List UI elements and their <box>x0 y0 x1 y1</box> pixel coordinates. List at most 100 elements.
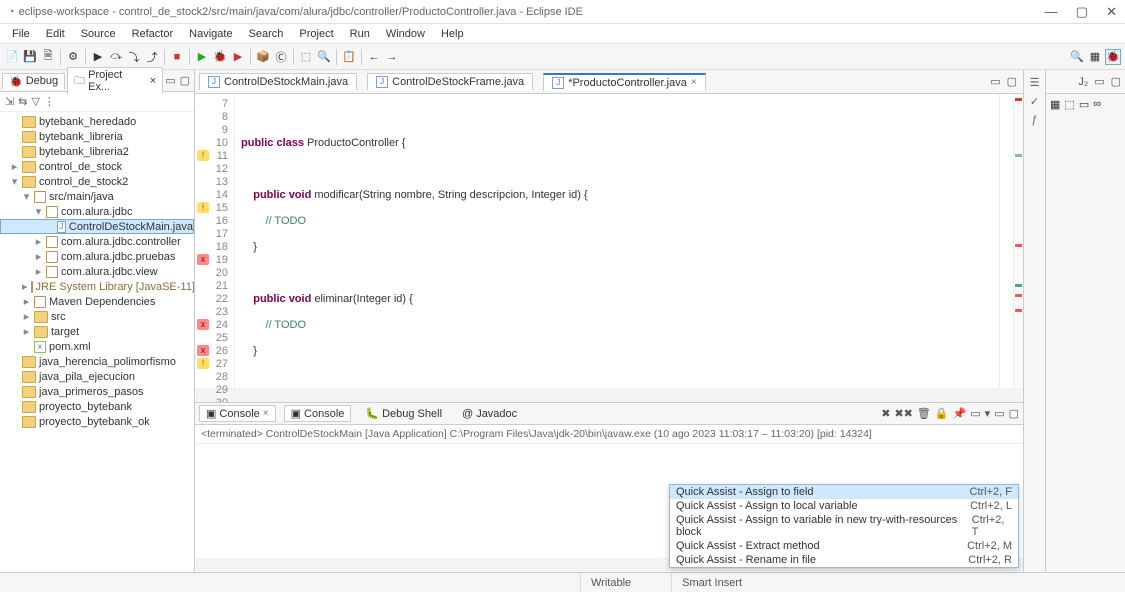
error-icon[interactable]: x <box>197 319 209 330</box>
horizontal-scrollbar[interactable] <box>195 388 1023 402</box>
project-tree[interactable]: bytebank_heredado bytebank_libreria byte… <box>0 112 194 572</box>
pers-icon-1[interactable]: ▦ <box>1050 98 1060 111</box>
status-bar: Writable Smart Insert <box>0 572 1125 592</box>
gutter: 7 8 9 10 !11 12 13 14 !15 16 17 18 x19 2… <box>195 94 235 388</box>
pers-icon-3[interactable]: ▭ <box>1079 98 1089 111</box>
main-toolbar: 📄 💾 🗎 ⚙ ▶ ⤼ ⤵ ⤴ ■ ▶ 🐞 ▶ 📦 Ⓒ ⬚ 🔍 📋 ← → 🔍 … <box>0 44 1125 70</box>
min-right-icon[interactable]: ▭ <box>1094 75 1104 88</box>
perspective-badge[interactable]: J₂ <box>1078 76 1088 88</box>
qa-assign-field[interactable]: Quick Assist - Assign to fieldCtrl+2, F <box>670 485 1018 499</box>
close-tab-icon[interactable]: × <box>150 75 156 87</box>
debug-stepover-icon[interactable]: ⤼ <box>108 49 124 65</box>
editor-max-icon[interactable]: ▢ <box>1007 75 1017 88</box>
debug-stepinto-icon[interactable]: ⤵ <box>126 49 142 65</box>
debug-stepout-icon[interactable]: ⤴ <box>144 49 160 65</box>
expr-icon[interactable]: ƒ <box>1031 114 1037 126</box>
menu-navigate[interactable]: Navigate <box>183 27 238 41</box>
remove-all-icon[interactable]: ✖✖ <box>894 407 912 420</box>
menu-run[interactable]: Run <box>344 27 376 41</box>
quick-assist-popup[interactable]: Quick Assist - Assign to fieldCtrl+2, F … <box>669 484 1019 568</box>
search-icon2[interactable]: 🔍 <box>316 49 332 65</box>
pers-icon-2[interactable]: ⬚ <box>1064 98 1074 111</box>
display-console-icon[interactable]: ▭ <box>970 407 980 420</box>
qa-assign-try[interactable]: Quick Assist - Assign to variable in new… <box>670 513 1018 539</box>
max-right-icon[interactable]: ▢ <box>1111 75 1121 88</box>
debug-resume-icon[interactable]: ▶ <box>90 49 106 65</box>
editor-tab-2[interactable]: JControlDeStockFrame.java <box>367 73 533 90</box>
menu-refactor[interactable]: Refactor <box>126 27 180 41</box>
warn-icon[interactable]: ! <box>197 150 209 161</box>
overview-ruler[interactable] <box>999 94 1013 388</box>
code-editor[interactable]: public class ProductoController { public… <box>235 94 999 388</box>
close-console-icon[interactable]: × <box>263 408 269 419</box>
coverage-icon[interactable]: ▶ <box>230 49 246 65</box>
menu-edit[interactable]: Edit <box>40 27 71 41</box>
status-writable: Writable <box>580 573 671 592</box>
pin-console-icon[interactable]: 📌 <box>953 407 967 420</box>
task-icon[interactable]: 📋 <box>341 49 357 65</box>
view-menu-icon[interactable]: ⋮ <box>44 95 55 108</box>
link-editor-icon[interactable]: ⇆ <box>18 95 27 108</box>
marker-strip[interactable] <box>1013 94 1023 388</box>
max-console-icon[interactable]: ▢ <box>1009 407 1019 420</box>
new-class-icon[interactable]: Ⓒ <box>273 49 289 65</box>
console-tab-2[interactable]: ▣ Console <box>284 405 352 422</box>
editor-tab-1[interactable]: JControlDeStockMain.java <box>199 73 357 90</box>
remove-launch-icon[interactable]: ✖ <box>881 407 890 420</box>
console-tab-1[interactable]: ▣ Console × <box>199 405 276 422</box>
menu-project[interactable]: Project <box>293 27 339 41</box>
tab-project-explorer[interactable]: 🗀 Project Ex... × <box>67 67 163 94</box>
title-bar: ◔ eclipse-workspace - control_de_stock2/… <box>0 0 1125 24</box>
stop-icon[interactable]: ■ <box>169 49 185 65</box>
min-console-icon[interactable]: ▭ <box>994 407 1004 420</box>
close-editor-icon[interactable]: × <box>691 77 697 88</box>
editor-min-icon[interactable]: ▭ <box>990 75 1000 88</box>
open-type-icon[interactable]: ⬚ <box>298 49 314 65</box>
search-icon[interactable]: 🔍 <box>1069 49 1085 65</box>
minimize-icon[interactable]: — <box>1045 4 1058 20</box>
maximize-view-icon[interactable]: ▢ <box>180 74 190 87</box>
save-all-icon[interactable]: 🗎 <box>40 49 56 65</box>
close-icon[interactable]: ✕ <box>1106 4 1117 20</box>
right-trim: ☰ ✓ ƒ <box>1023 70 1045 572</box>
minimize-view-icon[interactable]: ▭ <box>165 74 175 87</box>
filter-icon[interactable]: ▽ <box>31 95 39 108</box>
menu-window[interactable]: Window <box>380 27 431 41</box>
debug-shell-tab[interactable]: 🐛 Debug Shell <box>359 406 448 421</box>
menu-search[interactable]: Search <box>243 27 290 41</box>
menu-file[interactable]: File <box>6 27 36 41</box>
eclipse-icon: ◔ <box>8 6 15 18</box>
debug-icon[interactable]: 🐞 <box>212 49 228 65</box>
maximize-icon[interactable]: ▢ <box>1076 4 1088 20</box>
javadoc-tab[interactable]: @ Javadoc <box>456 407 523 421</box>
warn-icon[interactable]: ! <box>197 202 209 213</box>
qa-extract-method[interactable]: Quick Assist - Extract methodCtrl+2, M <box>670 539 1018 553</box>
open-perspective-icon[interactable]: ▦ <box>1087 49 1103 65</box>
tool-icon[interactable]: ⚙ <box>65 49 81 65</box>
error-icon[interactable]: x <box>197 254 209 265</box>
open-console-icon[interactable]: ▾ <box>985 407 991 420</box>
qa-rename[interactable]: Quick Assist - Rename in fileCtrl+2, R <box>670 553 1018 567</box>
new-package-icon[interactable]: 📦 <box>255 49 271 65</box>
qa-assign-local[interactable]: Quick Assist - Assign to local variableC… <box>670 499 1018 513</box>
warn-icon[interactable]: ! <box>197 358 209 369</box>
save-icon[interactable]: 💾 <box>22 49 38 65</box>
run-icon[interactable]: ▶ <box>194 49 210 65</box>
scroll-lock-icon[interactable]: 🔒 <box>935 407 949 420</box>
menu-help[interactable]: Help <box>435 27 470 41</box>
collapse-all-icon[interactable]: ⇲ <box>5 95 14 108</box>
tree-selected[interactable]: JControlDeStockMain.java <box>0 219 194 234</box>
clear-console-icon[interactable]: 🗑 <box>917 407 931 420</box>
menu-source[interactable]: Source <box>75 27 122 41</box>
tasks-icon[interactable]: ✓ <box>1030 95 1039 108</box>
menu-bar: File Edit Source Refactor Navigate Searc… <box>0 24 1125 44</box>
forward-icon[interactable]: → <box>384 49 400 65</box>
outline-icon[interactable]: ☰ <box>1030 76 1040 89</box>
tab-debug[interactable]: 🐞 Debug <box>2 73 65 89</box>
error-icon[interactable]: x <box>197 345 209 356</box>
new-icon[interactable]: 📄 <box>4 49 20 65</box>
java-perspective-icon[interactable]: 🐞 <box>1105 49 1121 65</box>
editor-tab-3[interactable]: J*ProductoController.java× <box>543 73 705 91</box>
back-icon[interactable]: ← <box>366 49 382 65</box>
pers-icon-4[interactable]: ∞ <box>1093 98 1101 111</box>
